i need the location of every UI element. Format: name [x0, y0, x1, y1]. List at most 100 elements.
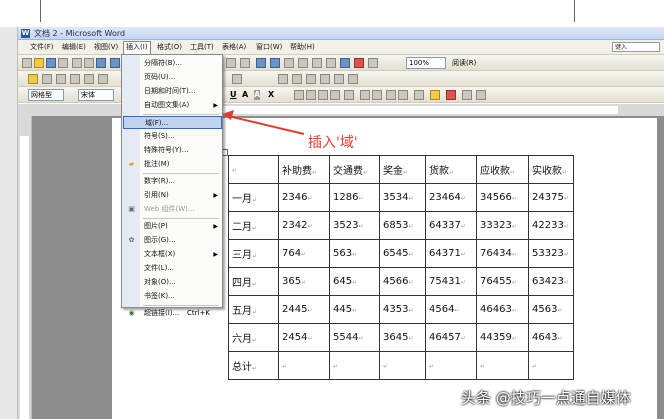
- table-cell[interactable]: 4563↵: [528, 295, 574, 324]
- character-shading-button[interactable]: A: [254, 90, 261, 100]
- numbering-icon[interactable]: [360, 90, 370, 100]
- insert-menu-item[interactable]: 文本框(X) ▶: [123, 248, 222, 261]
- table-cell[interactable]: 应收款↵: [476, 155, 529, 184]
- table-cell[interactable]: 5544↵: [329, 323, 380, 352]
- outside-border-icon[interactable]: [414, 90, 424, 100]
- table-cell[interactable]: 4566↵: [379, 267, 426, 296]
- table-cell[interactable]: 23464↵: [425, 183, 477, 212]
- character-scaling-button[interactable]: X: [268, 90, 274, 100]
- table-cell[interactable]: 总计↵: [228, 351, 279, 380]
- insert-menu-item[interactable]: 文件(L)...: [123, 262, 222, 275]
- insert-menu-item[interactable]: 页码(U)...: [123, 71, 222, 84]
- table-cell[interactable]: 2454↵: [278, 323, 330, 352]
- insert-menu-item[interactable]: 数字(R)...: [123, 175, 222, 188]
- insert-menu-item[interactable]: 引用(N) ▶: [123, 189, 222, 202]
- table-cell[interactable]: 33323↵: [476, 211, 529, 240]
- align-right-icon[interactable]: [318, 90, 328, 100]
- permission-icon[interactable]: [58, 58, 68, 68]
- insert-menu-item[interactable]: ▰ 批注(M): [123, 158, 222, 171]
- table-cell[interactable]: 2342↵: [278, 211, 330, 240]
- spelling-icon[interactable]: [96, 58, 106, 68]
- table-cell[interactable]: 六月↵: [228, 323, 279, 352]
- table-cell[interactable]: 75431↵: [425, 267, 477, 296]
- table-cell[interactable]: 一月↵: [228, 183, 279, 212]
- redo-icon[interactable]: [240, 58, 250, 68]
- hyperlink-icon[interactable]: [256, 58, 266, 68]
- insert-menu-item[interactable]: ▣ Web 组件(W)...: [123, 203, 222, 216]
- toolbar-icon[interactable]: [70, 74, 80, 84]
- table-cell[interactable]: 64371↵: [425, 239, 477, 268]
- table-cell[interactable]: 2445↵: [278, 295, 330, 324]
- table-cell[interactable]: 64337↵: [425, 211, 477, 240]
- toolbar-icon[interactable]: [306, 74, 316, 84]
- table-cell[interactable]: 46457↵: [425, 323, 477, 352]
- toolbar-icon[interactable]: [348, 74, 358, 84]
- columns-icon[interactable]: [312, 58, 322, 68]
- font-select[interactable]: 宋体: [78, 89, 114, 101]
- table-cell[interactable]: 44359↵: [476, 323, 529, 352]
- table-cell[interactable]: 6853↵: [379, 211, 426, 240]
- table-cell[interactable]: 764↵: [278, 239, 330, 268]
- table-cell[interactable]: ↵: [425, 351, 477, 380]
- table-cell[interactable]: 4564↵: [425, 295, 477, 324]
- enclose-characters-icon[interactable]: [476, 90, 486, 100]
- table-cell[interactable]: 24375↵: [528, 183, 574, 212]
- increase-indent-icon[interactable]: [398, 90, 408, 100]
- table-cell[interactable]: 76434↵: [476, 239, 529, 268]
- menu-tools[interactable]: 工具(T): [188, 42, 216, 53]
- tables-borders-icon[interactable]: [270, 58, 280, 68]
- menu-help[interactable]: 帮助(H): [288, 42, 317, 53]
- table-cell[interactable]: 53323↵: [528, 239, 574, 268]
- table-cell[interactable]: 4643↵: [528, 323, 574, 352]
- table-cell[interactable]: 3523↵: [329, 211, 380, 240]
- style-select[interactable]: 网格型: [28, 89, 64, 101]
- document-map-icon[interactable]: [340, 58, 350, 68]
- menu-file[interactable]: 文件(F): [28, 42, 56, 53]
- justify-icon[interactable]: [330, 90, 340, 100]
- table-cell[interactable]: 2346↵: [278, 183, 330, 212]
- decrease-indent-icon[interactable]: [386, 90, 396, 100]
- zoom-select[interactable]: 100%: [406, 57, 446, 69]
- table-cell[interactable]: 补助费↵: [278, 155, 330, 184]
- toolbar-icon[interactable]: [42, 74, 52, 84]
- table-cell[interactable]: 实收款↵: [528, 155, 574, 184]
- insert-menu-item[interactable]: 特殊符号(Y)...: [123, 144, 222, 157]
- phonetic-guide-icon[interactable]: [462, 90, 472, 100]
- table-cell[interactable]: 563↵: [329, 239, 380, 268]
- table-cell[interactable]: 奖金↵: [379, 155, 426, 184]
- table-cell[interactable]: 货款↵: [425, 155, 477, 184]
- zoom-icon[interactable]: [368, 58, 378, 68]
- toolbar-icon[interactable]: [278, 74, 288, 84]
- insert-menu-item[interactable]: ✿ 图示(G)...: [123, 234, 222, 247]
- line-spacing-icon[interactable]: [344, 90, 354, 100]
- character-border-button[interactable]: A: [242, 90, 248, 100]
- reading-mode-button[interactable]: 阅读(R): [452, 57, 498, 69]
- toolbar-icon[interactable]: [98, 74, 108, 84]
- table-cell[interactable]: 46463↵: [476, 295, 529, 324]
- insert-table-icon[interactable]: [284, 58, 294, 68]
- table-cell[interactable]: 4353↵: [379, 295, 426, 324]
- table-cell[interactable]: 1286↵: [329, 183, 380, 212]
- table-cell[interactable]: ↵: [228, 155, 279, 184]
- print-icon[interactable]: [72, 58, 82, 68]
- undo-icon[interactable]: [226, 58, 236, 68]
- insert-menu-item[interactable]: 日期和时间(T)...: [123, 85, 222, 98]
- menu-table[interactable]: 表格(A): [220, 42, 248, 53]
- table-cell[interactable]: 42233↵: [528, 211, 574, 240]
- table-cell[interactable]: 交通费↵: [329, 155, 380, 184]
- menu-insert[interactable]: 插入(I): [123, 41, 151, 55]
- menu-edit[interactable]: 编辑(E): [60, 42, 88, 53]
- menu-view[interactable]: 视图(V): [92, 42, 120, 53]
- insert-menu-item[interactable]: 书签(K)...: [123, 290, 222, 303]
- table-cell[interactable]: 445↵: [329, 295, 380, 324]
- new-document-icon[interactable]: [22, 58, 32, 68]
- table-cell[interactable]: 3645↵: [379, 323, 426, 352]
- table-cell[interactable]: 五月↵: [228, 295, 279, 324]
- table-cell[interactable]: 二月↵: [228, 211, 279, 240]
- toolbar-icon[interactable]: [28, 74, 38, 84]
- toolbar-icon[interactable]: [320, 74, 330, 84]
- table-cell[interactable]: ↵: [379, 351, 426, 380]
- show-hide-icon[interactable]: [354, 58, 364, 68]
- print-preview-icon[interactable]: [84, 58, 94, 68]
- align-center-icon[interactable]: [306, 90, 316, 100]
